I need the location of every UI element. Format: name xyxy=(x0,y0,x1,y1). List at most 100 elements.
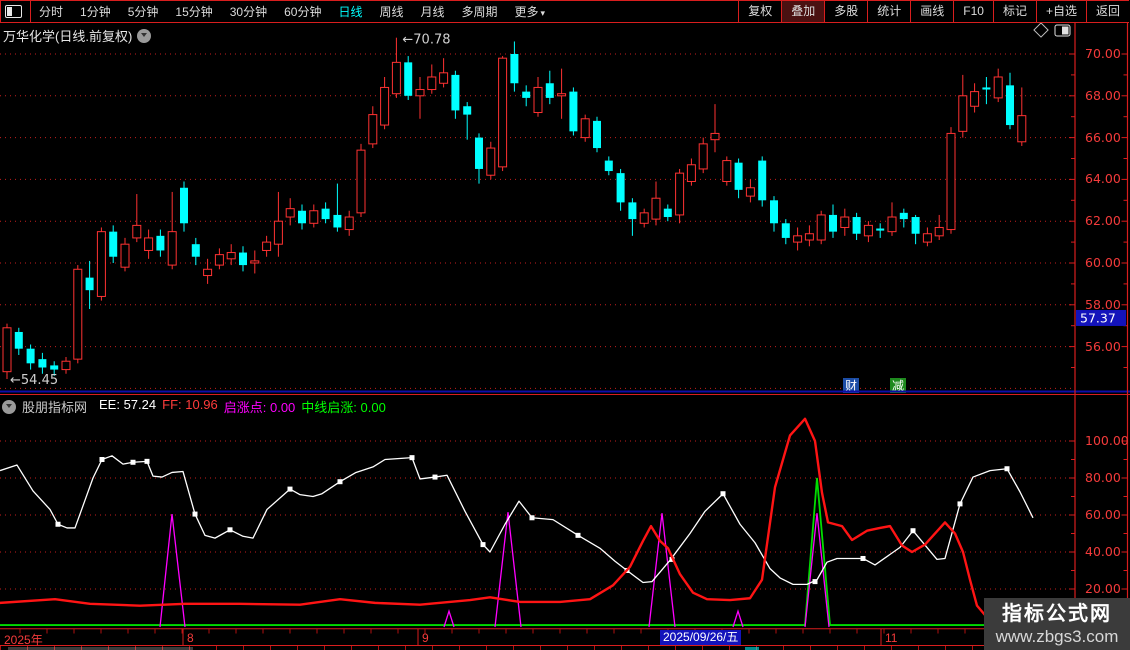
price-axis-label: 68.00 xyxy=(1085,87,1121,103)
last-price-text: 57.37 xyxy=(1080,310,1116,325)
low-annotation: ←54.45 xyxy=(10,373,58,388)
candle-down xyxy=(404,62,413,96)
indicator-axis-label: 80.00 xyxy=(1085,470,1121,485)
toolbar-button[interactable]: 画线 xyxy=(910,1,953,22)
candle-up xyxy=(840,216,850,228)
magenta-spike xyxy=(159,514,186,628)
white-line-marker xyxy=(287,486,293,492)
candle-up xyxy=(710,132,720,141)
candle-down xyxy=(333,214,342,228)
period-tab[interactable]: 月线 xyxy=(421,3,445,20)
price-axis-label: 62.00 xyxy=(1085,213,1121,229)
candle-up xyxy=(344,216,354,231)
period-tab[interactable]: 多周期 xyxy=(462,3,498,20)
indicator-field: 中线启涨: 0.00 xyxy=(301,400,386,415)
white-line-marker xyxy=(99,457,105,462)
candle-down xyxy=(298,210,306,224)
toolbar-separator xyxy=(30,1,31,22)
candle-up xyxy=(934,226,944,237)
period-tab[interactable]: 30分钟 xyxy=(230,3,267,20)
period-tab[interactable]: 1分钟 xyxy=(80,3,111,20)
candle-up xyxy=(922,233,932,243)
chart-canvas[interactable]: ←70.78←54.45 财减57.37 xyxy=(0,0,1130,650)
white-line-marker xyxy=(432,474,438,480)
candle-up xyxy=(73,268,83,360)
candle-up xyxy=(132,224,142,239)
chevron-down-icon[interactable] xyxy=(2,399,16,414)
candle-down xyxy=(38,359,47,368)
candle-up xyxy=(486,147,496,176)
candle-down xyxy=(463,106,472,115)
candle-up xyxy=(639,212,649,224)
panel-toggle-icon[interactable] xyxy=(5,5,22,18)
candle-down xyxy=(522,91,531,98)
white-line-marker xyxy=(860,555,866,561)
toolbar-button[interactable]: F10 xyxy=(953,1,993,22)
watermark: 指标公式网 www.zbgs3.com xyxy=(984,598,1130,650)
period-tab[interactable]: 日线 xyxy=(338,3,362,20)
period-tab[interactable]: 60分钟 xyxy=(284,3,321,20)
candle-down xyxy=(239,252,247,266)
candle-down xyxy=(26,348,35,364)
price-axis-label: 64.00 xyxy=(1085,171,1121,187)
chevron-down-icon: ▾ xyxy=(540,8,546,18)
indicator-field: FF: 10.96 xyxy=(162,397,218,412)
candle-up xyxy=(533,86,543,114)
indicator-axis-label: 100.00 xyxy=(1085,433,1129,448)
candle-up xyxy=(167,231,177,266)
candle-down xyxy=(109,231,118,257)
candle-up xyxy=(356,149,366,214)
candle-down xyxy=(899,212,908,220)
candle-down xyxy=(14,331,23,349)
toolbar-button[interactable]: +自选 xyxy=(1035,1,1086,22)
candle-up xyxy=(96,231,106,297)
chevron-down-icon[interactable] xyxy=(137,28,152,43)
candle-up xyxy=(698,143,708,170)
candle-up xyxy=(368,114,378,145)
white-line-marker xyxy=(957,501,963,507)
candle-up xyxy=(415,89,425,97)
period-tab[interactable]: 15分钟 xyxy=(175,3,212,20)
white-line-marker xyxy=(1004,466,1010,472)
period-tab[interactable]: 更多 ▾ xyxy=(515,3,546,20)
top-toolbar: 分时 1分钟 5分钟 15分钟 30分钟 60分钟 日线 周线 月线 多周期 更多 ▾ 复权 叠加 多股统… xyxy=(0,0,1129,23)
toolbar-button[interactable]: 叠加 xyxy=(781,1,825,22)
candle-up xyxy=(804,233,814,241)
candle-down xyxy=(569,91,578,132)
white-line-marker xyxy=(144,458,150,464)
app-window: ←70.78 ←54.45 财减 57.37 分时 1分钟 5分钟 15分钟 30分钟 60分钟… xyxy=(0,0,1130,650)
indicator-header: 股朋指标网 EE: 57.24 FF: 10.96 启涨点: 0.00 中线启涨: 0… xyxy=(2,397,386,416)
candle-up xyxy=(250,260,260,264)
candle-down xyxy=(852,217,861,234)
candle-down xyxy=(829,214,837,232)
toolbar-button[interactable]: 统计 xyxy=(867,1,910,22)
candle-up xyxy=(958,95,968,132)
candle-down xyxy=(510,54,519,84)
candle-up xyxy=(61,360,71,371)
toolbar-button[interactable]: 复权 xyxy=(738,1,781,22)
white-line-marker xyxy=(575,532,581,538)
toolbar-button[interactable]: 多股 xyxy=(824,1,867,22)
toolbar-button[interactable]: 标记 xyxy=(992,1,1036,22)
candle-up xyxy=(970,91,980,107)
xaxis-label: 9 xyxy=(422,631,429,645)
candle-down xyxy=(911,217,920,234)
candle-up xyxy=(262,241,272,251)
indicator-name: 股朋指标网 xyxy=(22,400,88,415)
white-line-marker xyxy=(480,542,486,548)
period-tab[interactable]: 5分钟 xyxy=(128,3,159,20)
candle-down xyxy=(545,83,554,98)
period-tabs: 分时 1分钟 5分钟 15分钟 30分钟 60分钟 日线 周线 月线 多周期 更多 ▾ xyxy=(39,3,562,20)
candle-down xyxy=(180,187,188,224)
candle-down xyxy=(781,223,790,238)
candle-down xyxy=(475,137,483,169)
indicator-axis-label: 60.00 xyxy=(1085,507,1121,522)
indicator-values: EE: 57.24 FF: 10.96 启涨点: 0.00 中线启涨: 0.00 xyxy=(93,397,386,416)
period-tab[interactable]: 周线 xyxy=(379,3,403,20)
candle-down xyxy=(1006,85,1014,126)
symbol-title[interactable]: 万华化学(日线.前复权) xyxy=(3,26,132,45)
toolbar-button[interactable]: 返回 xyxy=(1085,1,1129,22)
price-axis-label: 70.00 xyxy=(1085,46,1121,61)
candle-up xyxy=(887,216,897,233)
period-tab[interactable]: 分时 xyxy=(39,3,63,20)
